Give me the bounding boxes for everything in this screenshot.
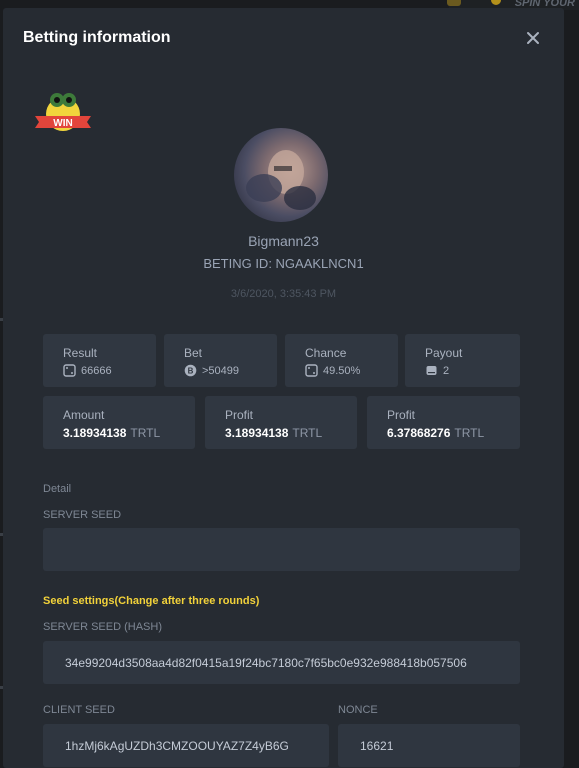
profit-label: Profit xyxy=(225,408,254,422)
bet-id: BETING ID: NGAAKLNCN1 xyxy=(203,256,364,271)
profit-value: 3.18934138 TRTL xyxy=(225,426,322,440)
stat-value-text: 66666 xyxy=(81,364,112,377)
profit-label: Profit xyxy=(387,408,416,422)
username: Bigmann23 xyxy=(248,233,319,249)
server-seed-hash-field[interactable]: 34e99204d3508aa4d82f0415a19f24bc7180c7f6… xyxy=(43,641,520,684)
stat-label: Result xyxy=(63,346,98,360)
stat-label: Bet xyxy=(184,346,203,360)
detail-heading: Detail xyxy=(43,483,72,495)
stat-value-text: 49.50% xyxy=(323,364,361,377)
stat-card-result: Result 66666 xyxy=(43,334,156,387)
coin-icon xyxy=(491,0,501,5)
stat-label: Payout xyxy=(425,346,463,360)
profit-value: 6.37868276 TRTL xyxy=(387,426,484,440)
client-seed-field[interactable]: 1hzMj6kAgUZDh3CMZOOUYAZ7Z4yB6G xyxy=(43,724,329,767)
svg-text:B: B xyxy=(188,367,194,376)
stat-card-payout: Payout 2 xyxy=(405,334,520,387)
server-seed-label: SERVER SEED xyxy=(43,509,122,521)
stat-card-bet: Bet B >50499 xyxy=(164,334,277,387)
coin-icon: B xyxy=(184,364,197,377)
stat-label: Chance xyxy=(305,346,347,360)
amount-value: 3.18934138 TRTL xyxy=(63,426,160,440)
betting-info-modal: Betting information WIN Bigmann23 BETING… xyxy=(3,8,564,768)
profit-number: 6.37868276 xyxy=(387,426,451,440)
avatar xyxy=(234,128,328,222)
client-seed-label: CLIENT SEED xyxy=(43,704,115,716)
stat-value-text: 2 xyxy=(443,364,450,377)
nonce-value: 16621 xyxy=(360,739,394,753)
stat-value: 2 xyxy=(425,364,449,377)
amount-label: Amount xyxy=(63,408,105,422)
server-seed-field[interactable] xyxy=(43,528,520,571)
server-seed-hash-label: SERVER SEED (HASH) xyxy=(43,621,162,633)
dice-icon xyxy=(305,364,318,377)
banner-icon xyxy=(447,0,461,6)
profit-number: 3.18934138 xyxy=(225,426,289,440)
avatar-image xyxy=(246,150,316,210)
stack-icon xyxy=(426,366,437,375)
stat-value: B >50499 xyxy=(184,364,239,377)
stat-value: 49.50% xyxy=(305,364,360,377)
amount-card: Amount 3.18934138 TRTL xyxy=(43,396,195,449)
profit-card: Profit 3.18934138 TRTL xyxy=(205,396,357,449)
win-badge-icon: WIN xyxy=(35,93,91,131)
amount-number: 3.18934138 xyxy=(63,426,127,440)
close-icon xyxy=(527,32,539,44)
badge-text: WIN xyxy=(53,118,72,129)
total-profit-card: Profit 6.37868276 TRTL xyxy=(367,396,520,449)
nonce-field[interactable]: 16621 xyxy=(338,724,520,767)
dice-icon xyxy=(63,364,76,377)
seed-settings-link[interactable]: Seed settings(Change after three rounds) xyxy=(43,595,259,607)
close-button[interactable] xyxy=(523,28,543,48)
server-seed-hash-value: 34e99204d3508aa4d82f0415a19f24bc7180c7f6… xyxy=(65,656,467,670)
modal-title: Betting information xyxy=(23,29,171,46)
profit-currency: TRTL xyxy=(454,426,485,440)
client-seed-value: 1hzMj6kAgUZDh3CMZOOUYAZ7Z4yB6G xyxy=(65,739,289,753)
stat-value-text: >50499 xyxy=(202,364,240,377)
stat-value: 66666 xyxy=(63,364,112,377)
profit-currency: TRTL xyxy=(292,426,323,440)
nonce-label: NONCE xyxy=(338,704,378,716)
amount-currency: TRTL xyxy=(130,426,161,440)
bet-timestamp: 3/6/2020, 3:35:43 PM xyxy=(230,288,337,300)
stat-card-chance: Chance 49.50% xyxy=(285,334,398,387)
